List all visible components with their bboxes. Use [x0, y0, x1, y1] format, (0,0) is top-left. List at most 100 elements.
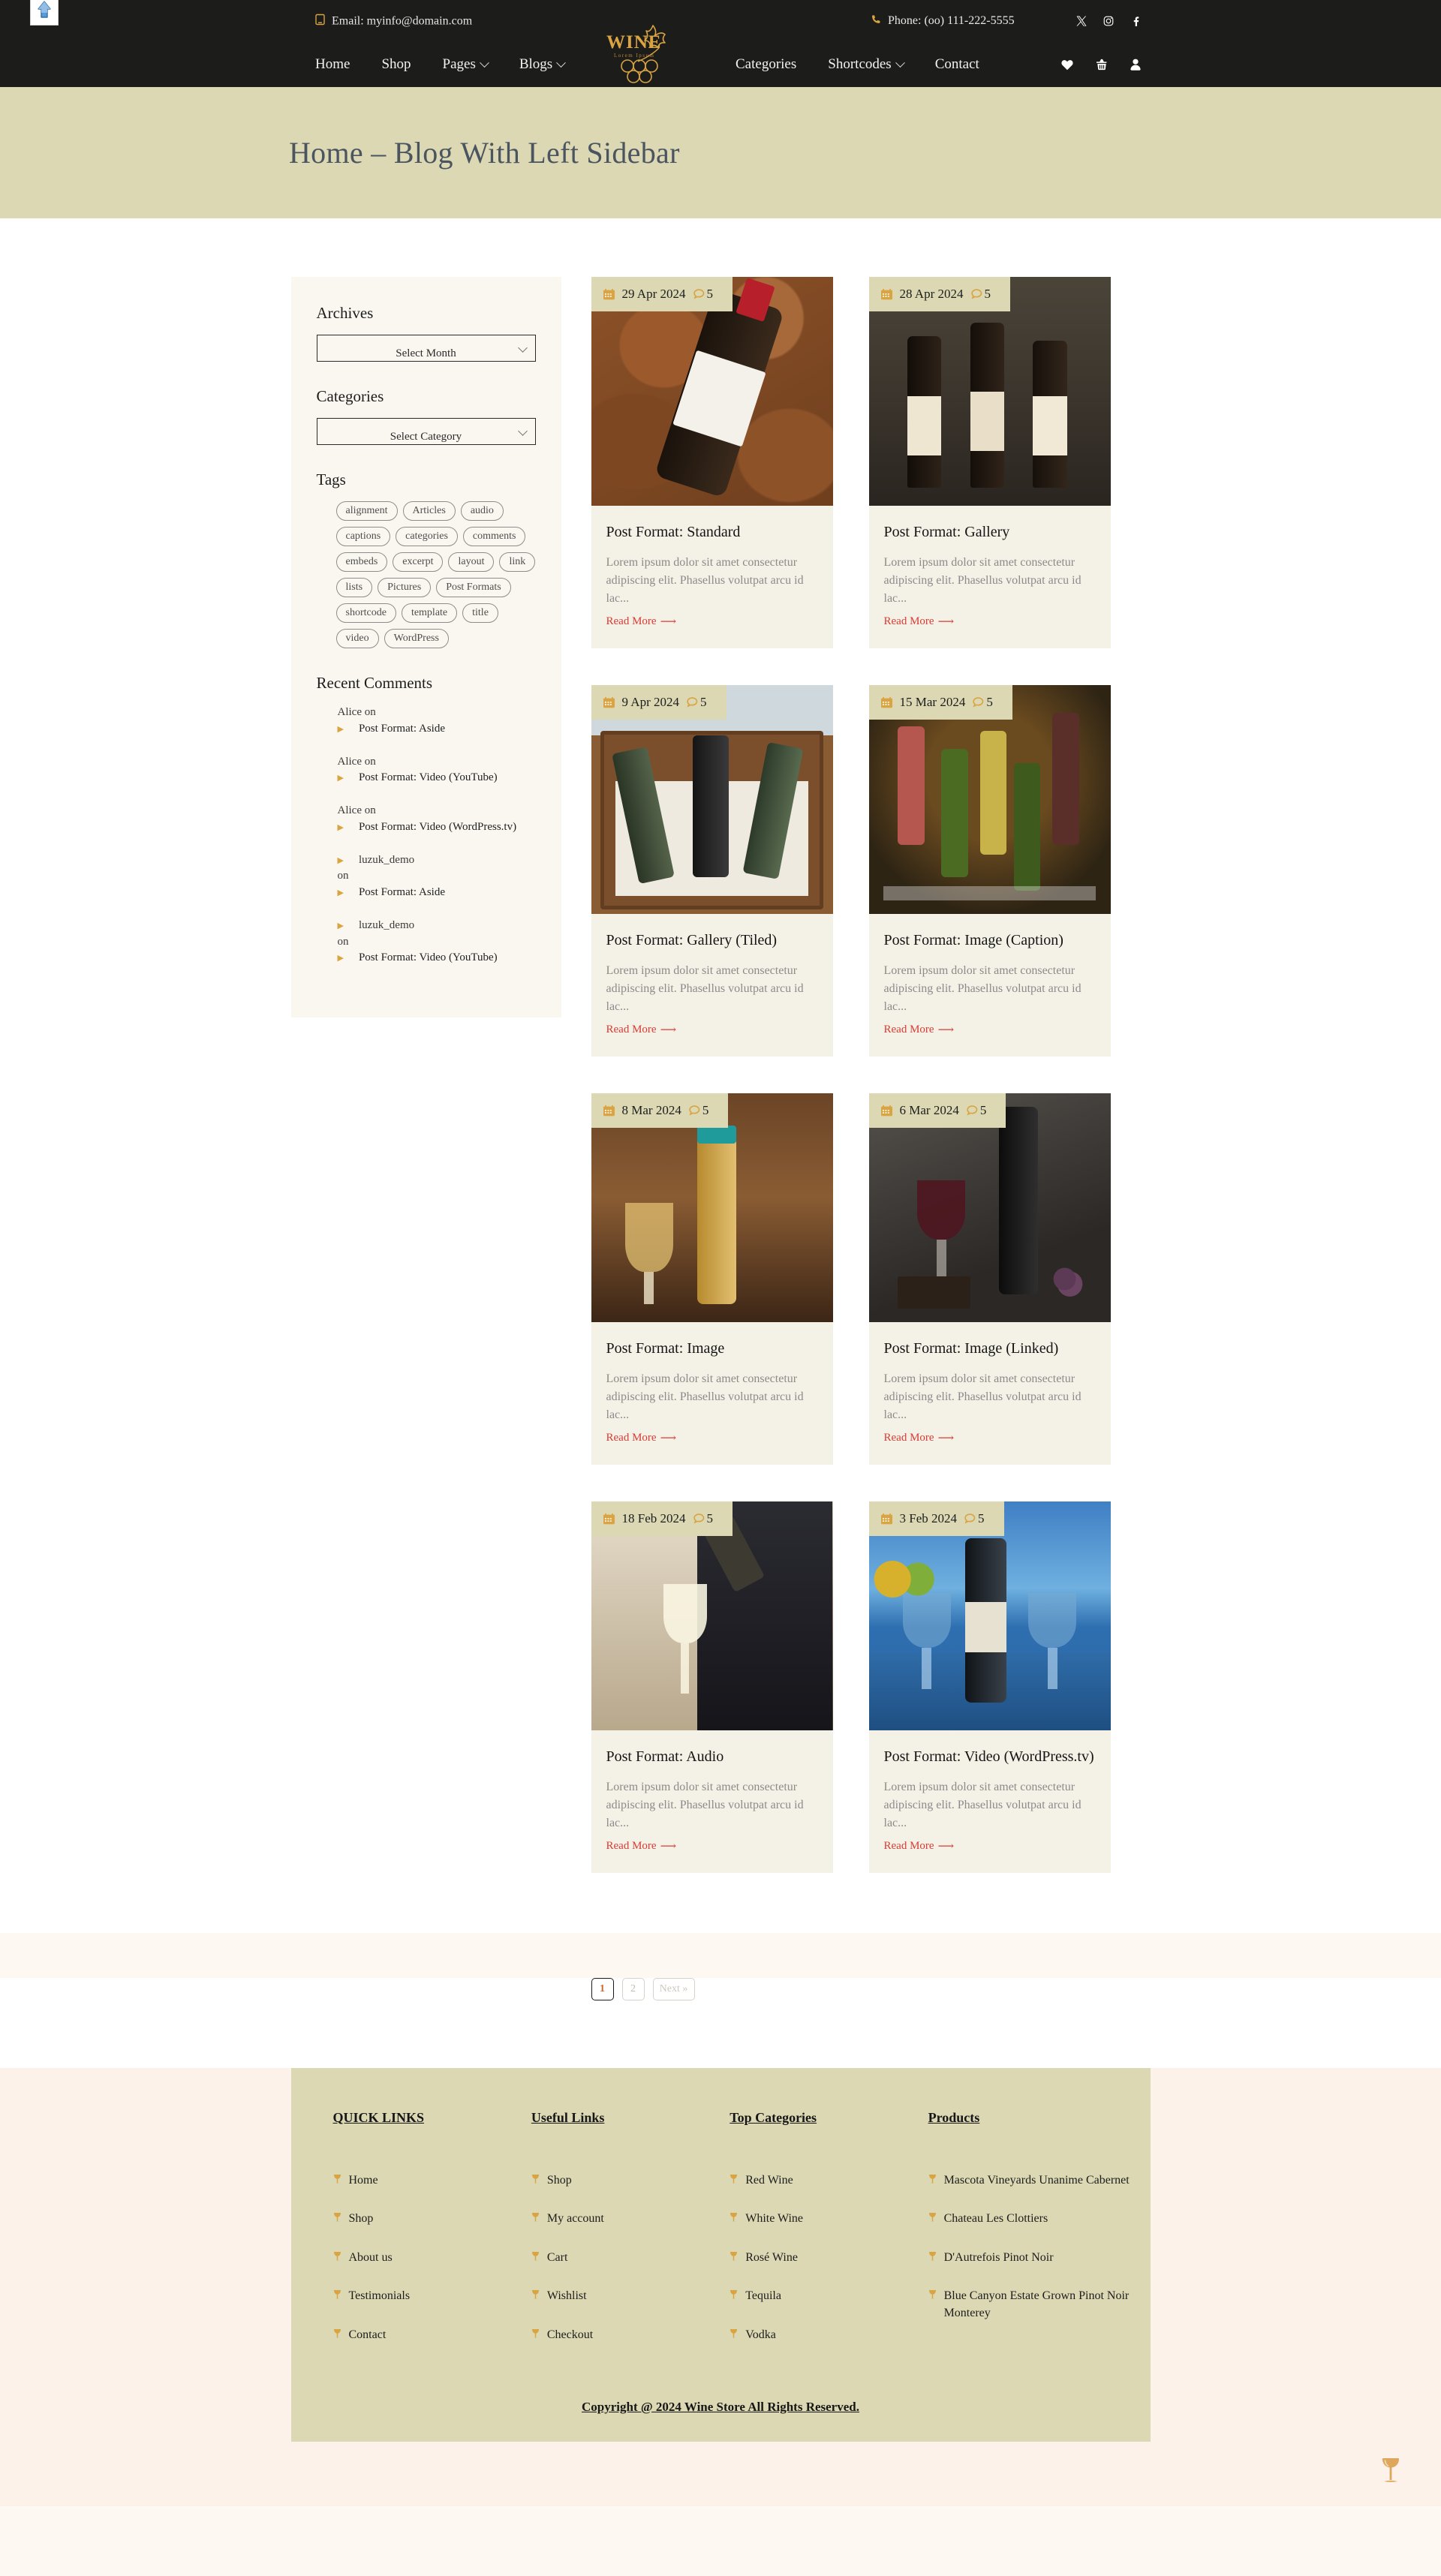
- read-more-link[interactable]: Read More ⟶: [884, 1839, 955, 1853]
- tag-item[interactable]: audio: [460, 501, 504, 521]
- footer-link[interactable]: White Wine: [730, 2211, 928, 2227]
- nav-item-shop[interactable]: Shop: [381, 56, 411, 73]
- pagination-page-2[interactable]: 2: [621, 1978, 645, 2000]
- topbar-phone[interactable]: Phone: (oo) 111-222-5555: [871, 14, 1015, 28]
- tag-item[interactable]: video: [335, 629, 379, 648]
- post-card[interactable]: 3 Feb 2024 5 Post Format: Video (WordPress…: [868, 1501, 1111, 1873]
- footer-link[interactable]: Rosé Wine: [730, 2250, 928, 2266]
- post-thumbnail[interactable]: 15 Mar 2024 5: [868, 685, 1111, 914]
- post-thumbnail[interactable]: 3 Feb 2024 5: [868, 1501, 1111, 1730]
- pagination-page-1[interactable]: 1: [591, 1978, 614, 2000]
- footer-link[interactable]: Checkout: [531, 2327, 730, 2343]
- post-thumbnail[interactable]: 28 Apr 2024 5: [868, 277, 1111, 506]
- post-title[interactable]: Post Format: Gallery: [884, 522, 1096, 542]
- post-card[interactable]: 6 Mar 2024 5 Post Format: Image (Linked) Lo…: [868, 1093, 1111, 1465]
- tag-item[interactable]: Post Formats: [436, 578, 511, 597]
- nav-item-contact[interactable]: Contact: [935, 56, 979, 73]
- post-card[interactable]: 29 Apr 2024 5 Post Format: Standard Lorem i…: [591, 277, 833, 648]
- nav-item-shortcodes[interactable]: Shortcodes: [828, 56, 905, 73]
- post-card[interactable]: 15 Mar 2024 5 Post Format: Image (Caption)…: [868, 685, 1111, 1057]
- post-card[interactable]: 28 Apr 2024 5 Post Format: Gallery Lorem ip…: [868, 277, 1111, 648]
- footer-link[interactable]: Tequila: [730, 2288, 928, 2304]
- tag-item[interactable]: link: [499, 552, 536, 572]
- tag-item[interactable]: captions: [335, 527, 391, 546]
- tag-item[interactable]: WordPress: [384, 629, 449, 648]
- footer-link[interactable]: D'Autrefois Pinot Noir: [928, 2250, 1151, 2266]
- footer-column-heading[interactable]: Top Categories: [730, 2110, 817, 2126]
- comment-author[interactable]: luzuk_demo: [359, 919, 414, 931]
- post-thumbnail[interactable]: 18 Feb 2024 5: [591, 1501, 833, 1730]
- footer-link[interactable]: My account: [531, 2211, 730, 2227]
- post-title[interactable]: Post Format: Video (WordPress.tv): [884, 1747, 1096, 1766]
- comment-post-link[interactable]: Post Format: Video (WordPress.tv): [359, 821, 516, 833]
- site-logo[interactable]: WINE Lorem Ipsum: [600, 12, 690, 86]
- comment-post-link[interactable]: Post Format: Video (YouTube): [359, 951, 498, 963]
- footer-link[interactable]: About us: [333, 2250, 531, 2266]
- scroll-to-top-button[interactable]: [1373, 2449, 1408, 2491]
- footer-copyright[interactable]: Copyright @ 2024 Wine Store All Rights R…: [291, 2400, 1151, 2415]
- user-icon[interactable]: [1130, 59, 1141, 71]
- footer-link[interactable]: Cart: [531, 2250, 730, 2266]
- post-thumbnail[interactable]: 6 Mar 2024 5: [868, 1093, 1111, 1322]
- read-more-link[interactable]: Read More ⟶: [606, 1023, 677, 1037]
- post-thumbnail[interactable]: 9 Apr 2024 5: [591, 685, 833, 914]
- tag-item[interactable]: template: [401, 603, 458, 623]
- basket-icon[interactable]: [1096, 59, 1108, 71]
- footer-link[interactable]: Chateau Les Clottiers: [928, 2211, 1151, 2227]
- nav-item-home[interactable]: Home: [315, 56, 350, 73]
- footer-link[interactable]: Home: [333, 2172, 531, 2189]
- categories-select[interactable]: Select Category: [316, 418, 536, 445]
- read-more-link[interactable]: Read More ⟶: [884, 1431, 955, 1445]
- archives-select[interactable]: Select Month: [316, 335, 536, 362]
- footer-link[interactable]: Vodka: [730, 2327, 928, 2343]
- comment-author[interactable]: Alice: [338, 804, 362, 816]
- post-title[interactable]: Post Format: Image (Caption): [884, 930, 1096, 950]
- footer-link[interactable]: Wishlist: [531, 2288, 730, 2304]
- read-more-link[interactable]: Read More ⟶: [606, 1839, 677, 1853]
- footer-link[interactable]: Contact: [333, 2327, 531, 2343]
- tag-item[interactable]: embeds: [335, 552, 388, 572]
- footer-link[interactable]: Testimonials: [333, 2288, 531, 2304]
- comment-author[interactable]: Alice: [338, 706, 362, 718]
- tag-item[interactable]: shortcode: [335, 603, 396, 623]
- tag-item[interactable]: categories: [396, 527, 458, 546]
- footer-column-heading[interactable]: QUICK LINKS: [333, 2110, 425, 2126]
- comment-author[interactable]: Alice: [338, 756, 362, 768]
- tag-item[interactable]: alignment: [335, 501, 398, 521]
- post-title[interactable]: Post Format: Standard: [606, 522, 818, 542]
- footer-column-heading[interactable]: Useful Links: [531, 2110, 605, 2126]
- post-thumbnail[interactable]: 29 Apr 2024 5: [591, 277, 833, 506]
- instagram-icon[interactable]: [1103, 16, 1114, 26]
- tag-item[interactable]: title: [462, 603, 498, 623]
- read-more-link[interactable]: Read More ⟶: [884, 615, 955, 629]
- footer-link[interactable]: Red Wine: [730, 2172, 928, 2189]
- post-title[interactable]: Post Format: Gallery (Tiled): [606, 930, 818, 950]
- post-title[interactable]: Post Format: Image (Linked): [884, 1339, 1096, 1358]
- nav-item-categories[interactable]: Categories: [736, 56, 796, 73]
- scroll-to-top-widget[interactable]: [30, 0, 59, 26]
- facebook-icon[interactable]: [1130, 16, 1141, 26]
- heart-icon[interactable]: [1061, 59, 1073, 71]
- post-card[interactable]: 8 Mar 2024 5 Post Format: Image Lorem ipsum…: [591, 1093, 833, 1465]
- read-more-link[interactable]: Read More ⟶: [884, 1023, 955, 1037]
- comment-post-link[interactable]: Post Format: Aside: [359, 886, 445, 898]
- footer-column-heading[interactable]: Products: [928, 2110, 980, 2126]
- tag-item[interactable]: excerpt: [393, 552, 444, 572]
- read-more-link[interactable]: Read More ⟶: [606, 1431, 677, 1445]
- footer-link[interactable]: Shop: [531, 2172, 730, 2189]
- post-title[interactable]: Post Format: Image: [606, 1339, 818, 1358]
- tag-item[interactable]: layout: [448, 552, 495, 572]
- topbar-email[interactable]: Email: myinfo@domain.com: [315, 14, 472, 29]
- post-card[interactable]: 18 Feb 2024 5 Post Format: Audio Lorem ipsu…: [591, 1501, 833, 1873]
- tag-item[interactable]: Articles: [402, 501, 456, 521]
- post-title[interactable]: Post Format: Audio: [606, 1747, 818, 1766]
- tag-item[interactable]: Pictures: [378, 578, 432, 597]
- footer-link[interactable]: Blue Canyon Estate Grown Pinot Noir Mont…: [928, 2288, 1151, 2322]
- nav-item-pages[interactable]: Pages: [443, 56, 489, 73]
- post-thumbnail[interactable]: 8 Mar 2024 5: [591, 1093, 833, 1322]
- footer-link[interactable]: Mascota Vineyards Unanime Cabernet: [928, 2172, 1151, 2189]
- tag-item[interactable]: lists: [335, 578, 373, 597]
- post-card[interactable]: 9 Apr 2024 5 Post Format: Gallery (Tiled) L…: [591, 685, 833, 1057]
- footer-link[interactable]: Shop: [333, 2211, 531, 2227]
- x-twitter-icon[interactable]: [1076, 16, 1087, 26]
